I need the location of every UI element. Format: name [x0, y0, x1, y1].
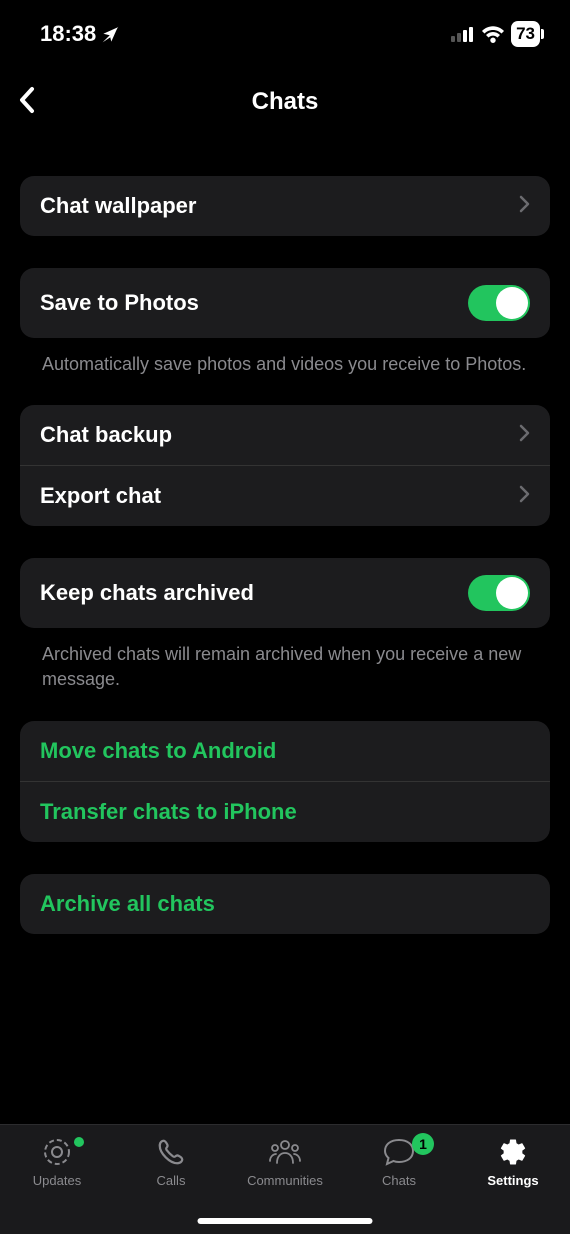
status-bar: 18:38 73 [0, 0, 570, 60]
row-move-android[interactable]: Move chats to Android [20, 721, 550, 781]
chevron-right-icon [519, 195, 530, 218]
nav-header: Chats [0, 60, 570, 136]
group-backup: Chat backup Export chat [20, 405, 550, 526]
row-transfer-iphone[interactable]: Transfer chats to iPhone [20, 781, 550, 842]
status-right: 73 [451, 21, 540, 47]
save-photos-footer: Automatically save photos and videos you… [20, 352, 550, 405]
status-time: 18:38 [40, 21, 120, 47]
tab-updates[interactable]: Updates [0, 1135, 114, 1234]
tab-label: Chats [382, 1173, 416, 1188]
updates-icon [41, 1135, 73, 1169]
calls-icon [156, 1135, 186, 1169]
row-export-chat[interactable]: Export chat [20, 465, 550, 526]
chevron-left-icon [18, 86, 35, 114]
group-archived: Keep chats archived [20, 558, 550, 628]
tab-settings[interactable]: Settings [456, 1135, 570, 1234]
tab-label: Calls [157, 1173, 186, 1188]
keep-archived-footer: Archived chats will remain archived when… [20, 642, 550, 720]
row-archive-all[interactable]: Archive all chats [20, 874, 550, 934]
group-save-photos: Save to Photos [20, 268, 550, 338]
row-label: Chat backup [40, 422, 172, 448]
home-indicator[interactable] [198, 1218, 373, 1224]
cellular-icon [451, 26, 475, 42]
chevron-right-icon [519, 485, 530, 508]
row-label: Save to Photos [40, 290, 199, 316]
row-save-to-photos[interactable]: Save to Photos [20, 268, 550, 338]
row-keep-archived[interactable]: Keep chats archived [20, 558, 550, 628]
row-label: Keep chats archived [40, 580, 254, 606]
toggle-save-photos[interactable] [468, 285, 530, 321]
chats-icon [382, 1135, 416, 1169]
group-wallpaper: Chat wallpaper [20, 176, 550, 236]
row-label: Transfer chats to iPhone [40, 799, 297, 825]
wifi-icon [481, 25, 505, 43]
update-badge-dot [74, 1137, 84, 1147]
tab-label: Updates [33, 1173, 81, 1188]
row-chat-wallpaper[interactable]: Chat wallpaper [20, 176, 550, 236]
chevron-right-icon [519, 424, 530, 447]
location-icon [101, 25, 120, 44]
row-label: Export chat [40, 483, 161, 509]
time-text: 18:38 [40, 21, 96, 47]
row-chat-backup[interactable]: Chat backup [20, 405, 550, 465]
group-transfer: Move chats to Android Transfer chats to … [20, 721, 550, 842]
tab-label: Settings [487, 1173, 538, 1188]
settings-content: Chat wallpaper Save to Photos Automatica… [0, 136, 570, 934]
row-label: Chat wallpaper [40, 193, 196, 219]
back-button[interactable] [18, 86, 35, 119]
chats-badge: 1 [412, 1133, 434, 1155]
row-label: Move chats to Android [40, 738, 276, 764]
battery-text: 73 [516, 24, 535, 44]
toggle-keep-archived[interactable] [468, 575, 530, 611]
tab-label: Communities [247, 1173, 323, 1188]
row-label: Archive all chats [40, 891, 215, 917]
group-archive-all: Archive all chats [20, 874, 550, 934]
settings-icon [498, 1135, 528, 1169]
page-title: Chats [20, 88, 550, 116]
battery-indicator: 73 [511, 21, 540, 47]
communities-icon [267, 1135, 303, 1169]
